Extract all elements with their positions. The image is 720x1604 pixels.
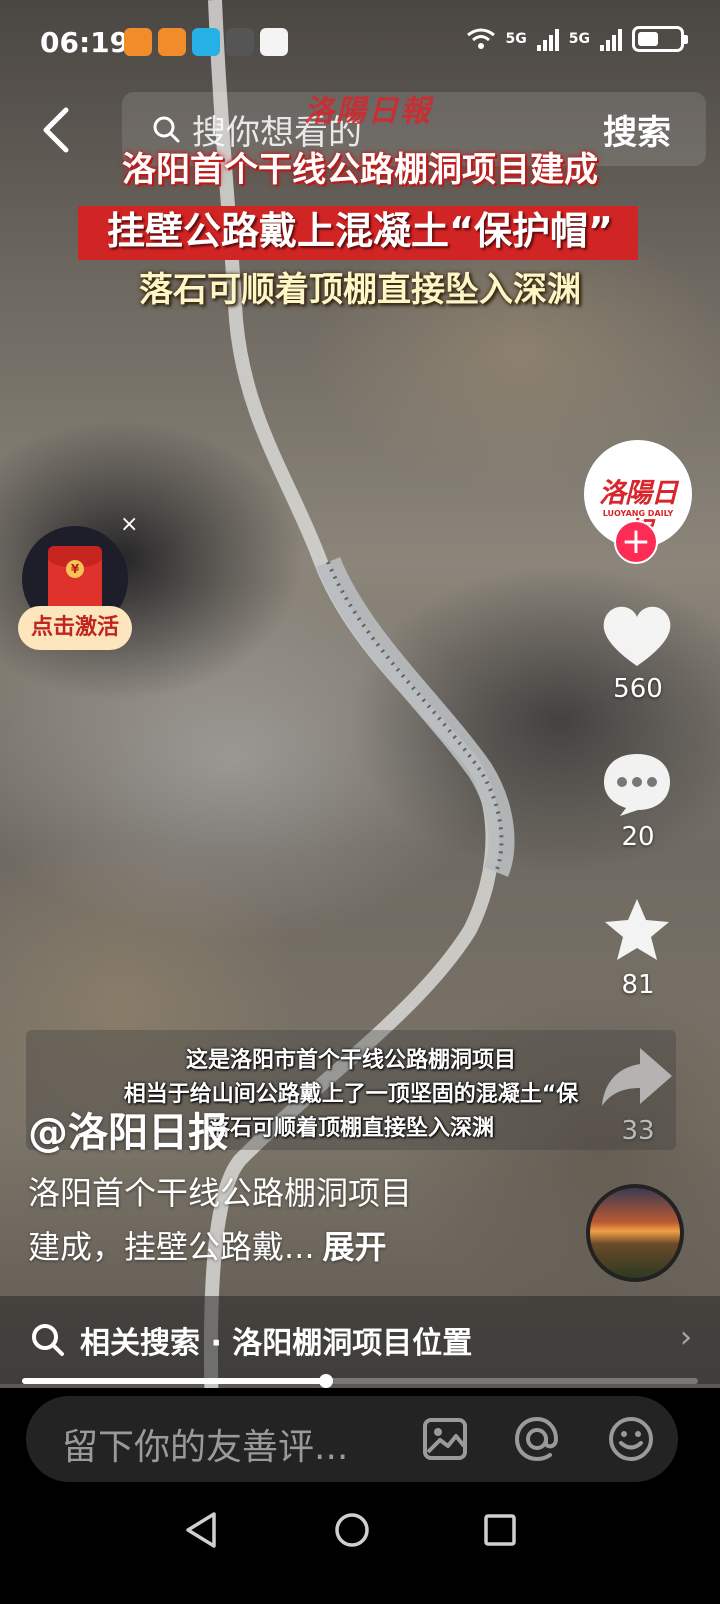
favorite-star-icon[interactable]: [600, 896, 674, 966]
search-icon: [153, 116, 180, 143]
comment-placeholder: 留下你的友善评...: [62, 1427, 349, 1468]
red-packet-close-button[interactable]: ×: [120, 512, 138, 537]
watermark-logo: 洛陽日報: [304, 94, 432, 129]
emoji-icon[interactable]: [606, 1414, 656, 1464]
network-label-2: 5G: [568, 31, 590, 47]
favorite-count: 81: [621, 970, 655, 1000]
post-description-line-1: 洛阳首个干线公路棚洞项目: [28, 1174, 413, 1212]
status-right: 5G 5G: [466, 26, 688, 52]
avatar-subtitle: LUOYANG DAILY: [602, 509, 674, 518]
related-search-text: 相关搜索 · 洛阳棚洞项目位置: [80, 1326, 473, 1361]
taobao-heart-icon: [158, 28, 186, 56]
comment-icon[interactable]: [600, 748, 674, 818]
taobao-heart-icon: [124, 28, 152, 56]
nav-back-button[interactable]: [180, 1508, 224, 1552]
status-time: 06:19: [40, 26, 130, 59]
red-packet-activate-button[interactable]: 点击激活: [18, 606, 132, 650]
like-heart-icon[interactable]: [600, 602, 674, 672]
notification-icons: [124, 28, 288, 56]
wifi-icon: [466, 28, 495, 49]
post-description-line-2: 建成，挂壁公路戴... 展开: [28, 1222, 568, 1268]
status-bar: 06:19 5G 5G: [0, 0, 720, 86]
author-name[interactable]: @洛阳日报: [28, 1100, 228, 1158]
video-progress-bar[interactable]: [22, 1374, 698, 1388]
search-icon: [32, 1324, 64, 1356]
network-label-1: 5G: [505, 31, 527, 47]
subtitle-line: 这是洛阳市首个干线公路棚洞项目: [185, 1048, 516, 1073]
comment-count: 20: [621, 822, 655, 852]
post-description-text: 建成，挂壁公路戴...: [28, 1228, 315, 1266]
battery-level: [638, 32, 658, 46]
video-headline-2: 挂壁公路戴上混凝土“保护帽”: [107, 209, 613, 253]
related-search-bar[interactable]: 相关搜索 · 洛阳棚洞项目位置 ›: [0, 1296, 720, 1384]
video-headline-1: 洛阳首个干线公路棚洞项目建成: [122, 150, 598, 190]
red-envelope-icon: ¥: [48, 546, 102, 612]
book-app-icon: [192, 28, 220, 56]
at-mention-icon[interactable]: [512, 1414, 562, 1464]
music-disc[interactable]: [586, 1184, 684, 1282]
video-progress-fill: [22, 1378, 327, 1384]
signal-icon: [536, 27, 559, 51]
video-headline-3: 落石可顺着顶棚直接坠入深渊: [139, 270, 581, 310]
image-icon[interactable]: [420, 1414, 470, 1464]
signal-icon: [600, 27, 622, 51]
battery-icon: [632, 26, 688, 52]
hand-app-icon: [226, 28, 254, 56]
expand-button[interactable]: 展开: [323, 1228, 387, 1266]
coin-icon: ¥: [66, 560, 84, 578]
nav-home-button[interactable]: [330, 1508, 374, 1552]
follow-button[interactable]: +: [614, 520, 658, 564]
like-count: 560: [613, 674, 663, 704]
music-app-icon: [260, 28, 288, 56]
chevron-right-icon: ›: [680, 1320, 692, 1355]
nav-recents-button[interactable]: [478, 1508, 522, 1552]
